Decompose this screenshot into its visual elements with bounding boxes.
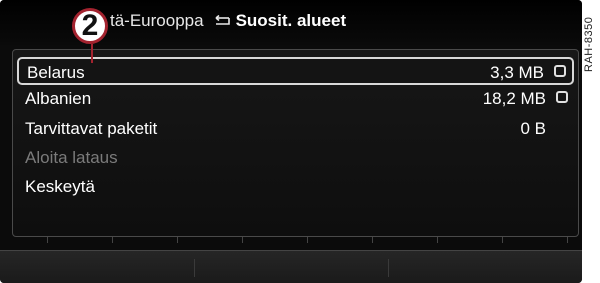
region-list-panel: Belarus 3,3 MB Albanien 18,2 MB Tarvitta…	[12, 49, 579, 237]
start-download-button[interactable]: Aloita lataus	[17, 144, 574, 172]
list-item-size: 18,2 MB	[482, 89, 546, 108]
list-item-albanien[interactable]: Albanien 18,2 MB	[17, 85, 574, 113]
list-item-label: Belarus	[27, 63, 85, 82]
checkbox-icon[interactable]	[554, 65, 566, 77]
breadcrumb: tä-Eurooppa Suosit. alueet	[110, 11, 346, 31]
callout-leader-line	[91, 44, 93, 63]
list-item-label: Albanien	[25, 89, 92, 108]
back-arrow-icon[interactable]	[210, 14, 232, 28]
list-item-size: 0 B	[520, 119, 546, 138]
figure-reference-code: RAH-8350	[583, 16, 595, 72]
list-item-size: 3,3 MB	[490, 63, 544, 82]
bottom-softkey-bar	[0, 250, 582, 283]
page-title: Suosit. alueet	[235, 11, 347, 30]
breadcrumb-parent[interactable]: tä-Eurooppa	[110, 11, 204, 31]
scale-ticks	[12, 237, 579, 245]
list-item-label: Keskeytä	[25, 177, 95, 196]
list-item-label: Tarvittavat paketit	[25, 119, 158, 138]
callout-marker: 2	[72, 8, 108, 44]
list-item-required-packages[interactable]: Tarvittavat paketit 0 B	[17, 115, 574, 143]
list-item-label: Aloita lataus	[25, 148, 118, 167]
checkbox-icon[interactable]	[556, 91, 568, 103]
cancel-button[interactable]: Keskeytä	[17, 173, 574, 201]
list-item-belarus[interactable]: Belarus 3,3 MB	[17, 57, 574, 85]
